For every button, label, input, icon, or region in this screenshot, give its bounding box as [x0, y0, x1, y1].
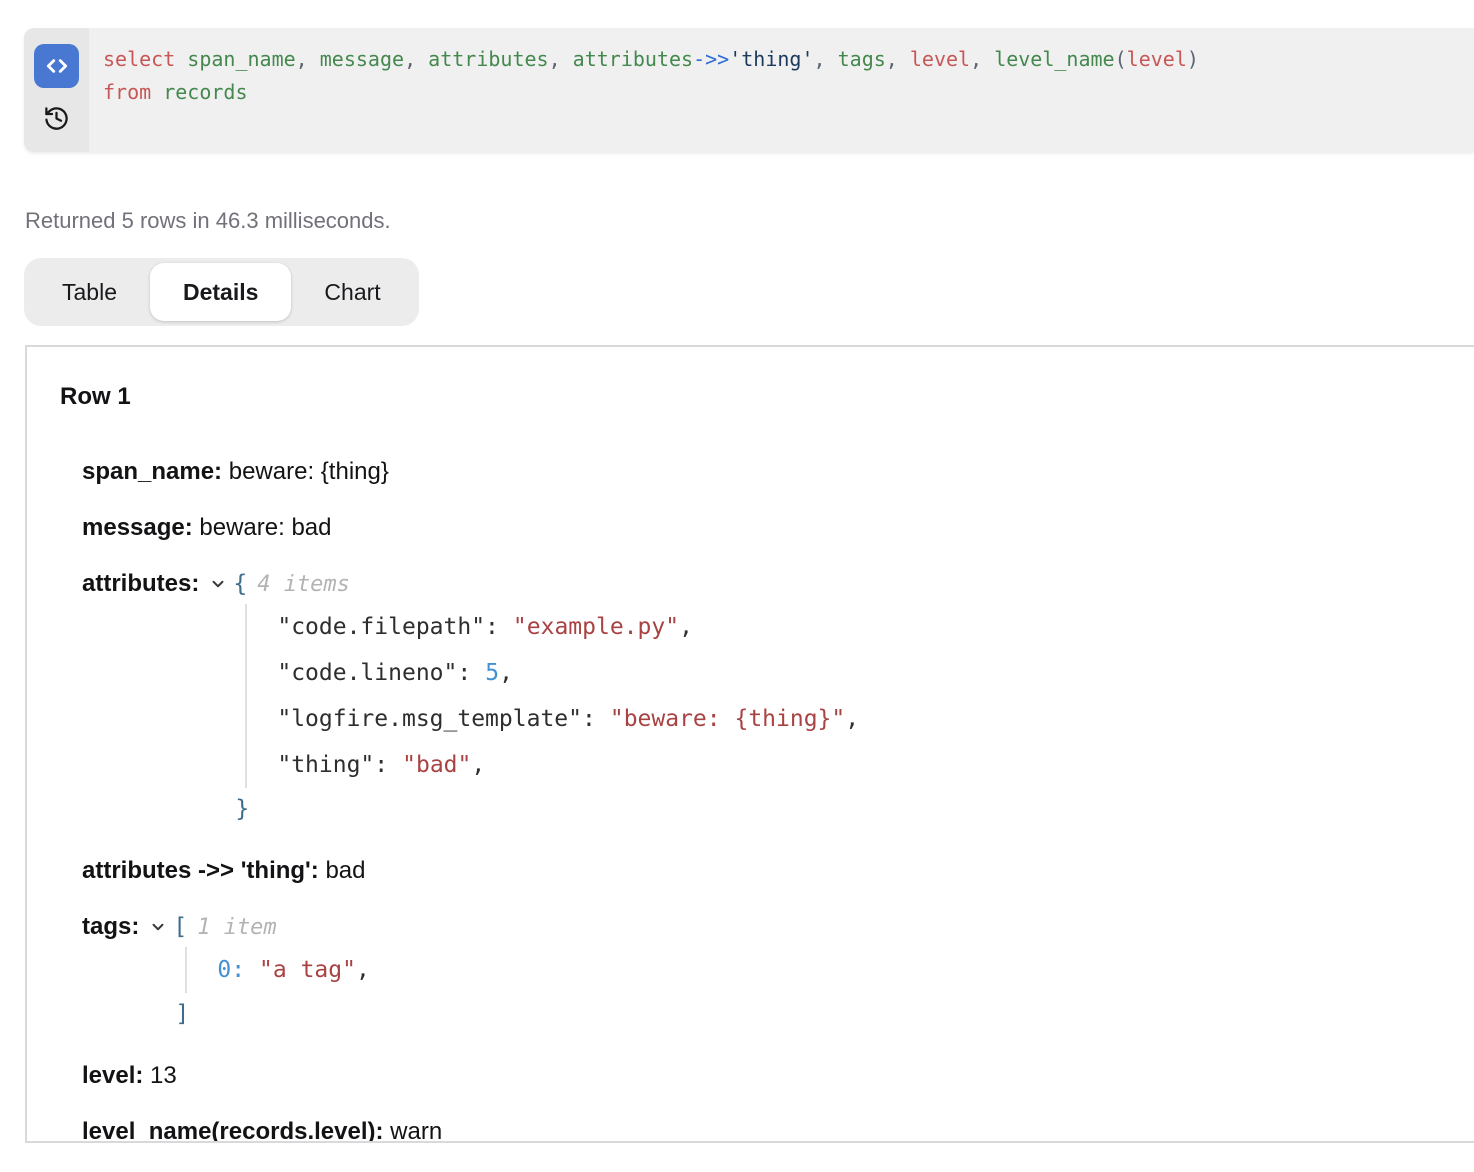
field-label: level_name(records.level):	[82, 1118, 384, 1143]
sql-editor-gutter	[24, 28, 89, 152]
sql-editor: select span_name, message, attributes, a…	[24, 28, 1474, 152]
row-fields: span_name: beware: {thing} message: bewa…	[82, 457, 1454, 1143]
field-message: message: beware: bad	[82, 513, 1454, 543]
query-result-status: Returned 5 rows in 46.3 milliseconds.	[25, 208, 1474, 234]
open-brace: {	[233, 571, 247, 597]
field-value: warn	[390, 1118, 442, 1143]
close-brace: }	[235, 788, 859, 830]
collapse-tags-button[interactable]	[149, 917, 167, 937]
code-icon	[44, 53, 70, 79]
field-label: attributes:	[82, 569, 199, 599]
row-title: Row 1	[60, 383, 1454, 411]
item-count: 1 item	[197, 915, 276, 940]
field-label: tags:	[82, 912, 139, 942]
field-span-name: span_name: beware: {thing}	[82, 457, 1454, 487]
sql-query-input[interactable]: select span_name, message, attributes, a…	[89, 28, 1474, 152]
field-value: beware: {thing}	[229, 458, 389, 485]
attributes-json-tree: {4 items "code.filepath":"example.py","c…	[233, 569, 859, 830]
result-view-tabs: Table Details Chart	[24, 258, 419, 326]
field-label: level:	[82, 1062, 143, 1089]
json-entries: "code.filepath":"example.py","code.linen…	[245, 604, 859, 788]
field-label: attributes ->> 'thing':	[82, 857, 319, 884]
chevron-down-icon	[209, 575, 227, 593]
collapse-attributes-button[interactable]	[209, 574, 227, 594]
field-attr-thing: attributes ->> 'thing': bad	[82, 856, 1454, 886]
json-entry: 0:"a tag",	[217, 947, 370, 993]
close-bracket: ]	[175, 993, 370, 1035]
tab-table[interactable]: Table	[29, 263, 150, 321]
details-panel: Row 1 span_name: beware: {thing} message…	[25, 345, 1474, 1143]
field-level-name: level_name(records.level): warn	[82, 1117, 1454, 1143]
sql-code-line: select span_name, message, attributes, a…	[103, 43, 1454, 76]
json-entry: "code.lineno":5,	[277, 650, 859, 696]
history-icon	[43, 105, 70, 132]
tab-chart[interactable]: Chart	[291, 263, 413, 321]
query-history-button[interactable]	[42, 103, 72, 133]
json-entry: "logfire.msg_template":"beware: {thing}"…	[277, 696, 859, 742]
tab-details[interactable]: Details	[150, 263, 291, 321]
field-attributes: attributes: {4 items "code.filepath":"ex…	[82, 569, 1454, 830]
field-label: message:	[82, 514, 193, 541]
field-value: bad	[325, 857, 365, 884]
json-entries: 0:"a tag",	[185, 947, 370, 993]
field-value: beware: bad	[199, 514, 331, 541]
field-value: 13	[150, 1062, 177, 1089]
tags-json-tree: [1 item 0:"a tag", ]	[173, 912, 370, 1035]
field-tags: tags: [1 item 0:"a tag", ]	[82, 912, 1454, 1035]
item-count: 4 items	[257, 572, 350, 597]
code-mode-button[interactable]	[34, 44, 79, 88]
field-level: level: 13	[82, 1061, 1454, 1091]
json-entry: "code.filepath":"example.py",	[277, 604, 859, 650]
json-entry: "thing":"bad",	[277, 742, 859, 788]
chevron-down-icon	[149, 918, 167, 936]
sql-code-line: from records	[103, 76, 1454, 109]
field-label: span_name:	[82, 458, 222, 485]
open-bracket: [	[173, 914, 187, 940]
